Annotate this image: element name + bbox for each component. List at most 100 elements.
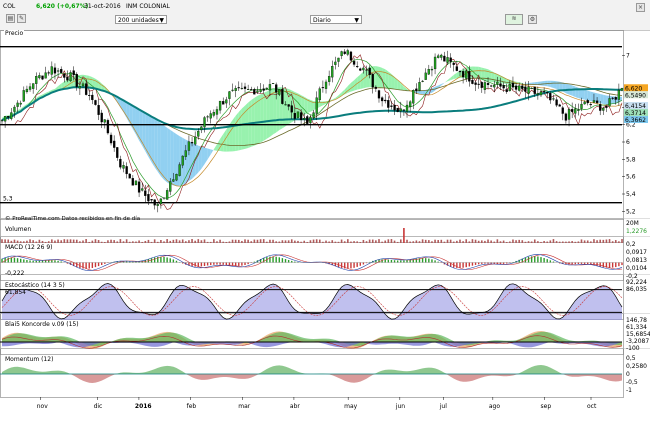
macd-histogram-bar — [247, 262, 249, 265]
macd-histogram-bar — [94, 262, 97, 268]
ichimoku-cloud-segment — [553, 80, 557, 89]
volume-bar — [128, 241, 131, 243]
ichimoku-cloud-segment — [562, 82, 566, 94]
x-tick-label: jun — [395, 403, 405, 410]
candle-body — [365, 69, 368, 71]
volume-bar — [593, 239, 595, 243]
volume-bar — [26, 240, 28, 243]
x-tick-label: may — [344, 403, 358, 410]
volume-bar — [406, 239, 408, 243]
macd-histogram-bar — [493, 262, 495, 264]
period-select[interactable]: Diario ▼ — [310, 15, 362, 24]
volume-bar — [353, 241, 355, 243]
macd-histogram-bar — [54, 260, 56, 263]
volume-bar — [611, 241, 614, 243]
candle-body — [620, 88, 624, 91]
macd-histogram-bar — [390, 259, 393, 263]
chart-tools-icon[interactable]: ▤ — [6, 14, 15, 23]
candle-body — [583, 101, 586, 105]
ichimoku-cloud-segment — [575, 86, 579, 99]
y-tick-label: 1,2276 — [626, 228, 647, 235]
volume-bar — [160, 239, 162, 243]
candle-body — [100, 112, 103, 123]
volume-bar — [300, 241, 302, 243]
candle-body — [602, 107, 605, 111]
volume-bar — [596, 240, 598, 243]
candle-body — [69, 72, 72, 82]
volume-bar — [605, 239, 608, 243]
candle-body — [458, 70, 462, 73]
macd-histogram-bar — [340, 262, 343, 268]
volume-bar — [387, 239, 390, 243]
macd-histogram-bar — [400, 260, 402, 263]
macd-histogram-bar — [82, 262, 84, 269]
ichimoku-cloud-segment — [170, 129, 174, 186]
macd-histogram-bar — [611, 262, 614, 268]
volume-bar — [493, 241, 496, 243]
volume-bar — [69, 239, 72, 243]
macd-histogram-bar — [172, 259, 175, 263]
volume-bar — [104, 241, 106, 243]
candle-body — [228, 91, 231, 99]
candle-body — [477, 83, 480, 85]
candle-body — [555, 99, 558, 106]
settings-icon[interactable]: ⚙ — [528, 15, 537, 24]
bars-count-select[interactable]: 200 unidades ▼ — [115, 15, 167, 24]
candle-body — [567, 109, 571, 120]
volume-bar — [583, 240, 586, 243]
candle-body — [349, 51, 353, 61]
macd-histogram-bar — [23, 259, 25, 263]
macd-histogram-bar — [216, 262, 218, 265]
candle-body — [299, 112, 303, 121]
ichimoku-cloud-segment — [587, 90, 591, 102]
candle-body — [81, 83, 85, 86]
macd-histogram-bar — [19, 258, 22, 263]
macd-histogram-bar — [387, 259, 390, 263]
volume-bar — [456, 240, 458, 243]
candle-body — [262, 88, 265, 91]
candle-body — [13, 106, 16, 112]
ichimoku-cloud-segment — [603, 94, 607, 105]
macd-histogram-bar — [10, 257, 13, 263]
volume-bar — [178, 240, 181, 243]
macd-histogram-bar — [32, 260, 34, 263]
volume-bar — [452, 241, 455, 243]
candle-body — [303, 118, 306, 120]
candle-body — [156, 204, 159, 206]
volume-bar — [110, 239, 112, 243]
candle-body — [574, 108, 577, 114]
volume-bar — [107, 240, 109, 243]
volume-bar — [309, 240, 312, 243]
candle-body — [533, 86, 536, 94]
volume-bar — [38, 239, 41, 243]
candle-body — [153, 199, 156, 206]
candle-body — [486, 82, 490, 86]
stoch-note: 61,854 — [5, 289, 26, 296]
volume-bar — [590, 241, 592, 243]
candle-body — [502, 85, 505, 89]
candle-body — [586, 100, 589, 104]
ichimoku-cloud-segment — [444, 80, 448, 83]
candle-body — [237, 87, 240, 89]
candle-body — [592, 100, 596, 103]
volume-bar — [79, 241, 81, 243]
candle-body — [440, 54, 443, 58]
volume-bar — [477, 240, 480, 243]
chart-type-icon[interactable]: ≋ — [505, 14, 523, 25]
volume-bar — [328, 241, 330, 243]
drawing-tools-icon[interactable]: ✎ — [17, 14, 26, 23]
volume-bar — [480, 240, 483, 243]
candle-body — [564, 113, 568, 121]
candle-body — [595, 100, 599, 104]
macd-histogram-bar — [213, 262, 215, 265]
volume-bar — [213, 239, 215, 243]
window-close-icon[interactable]: × — [636, 3, 645, 12]
volume-bar — [23, 241, 25, 243]
macd-histogram-bar — [287, 260, 290, 263]
candle-body — [128, 173, 131, 179]
volume-bar — [266, 241, 268, 243]
macd-histogram-bar — [353, 262, 355, 268]
macd-histogram-bar — [16, 258, 19, 263]
x-tick-label: feb — [187, 403, 197, 410]
candle-body — [296, 111, 300, 118]
